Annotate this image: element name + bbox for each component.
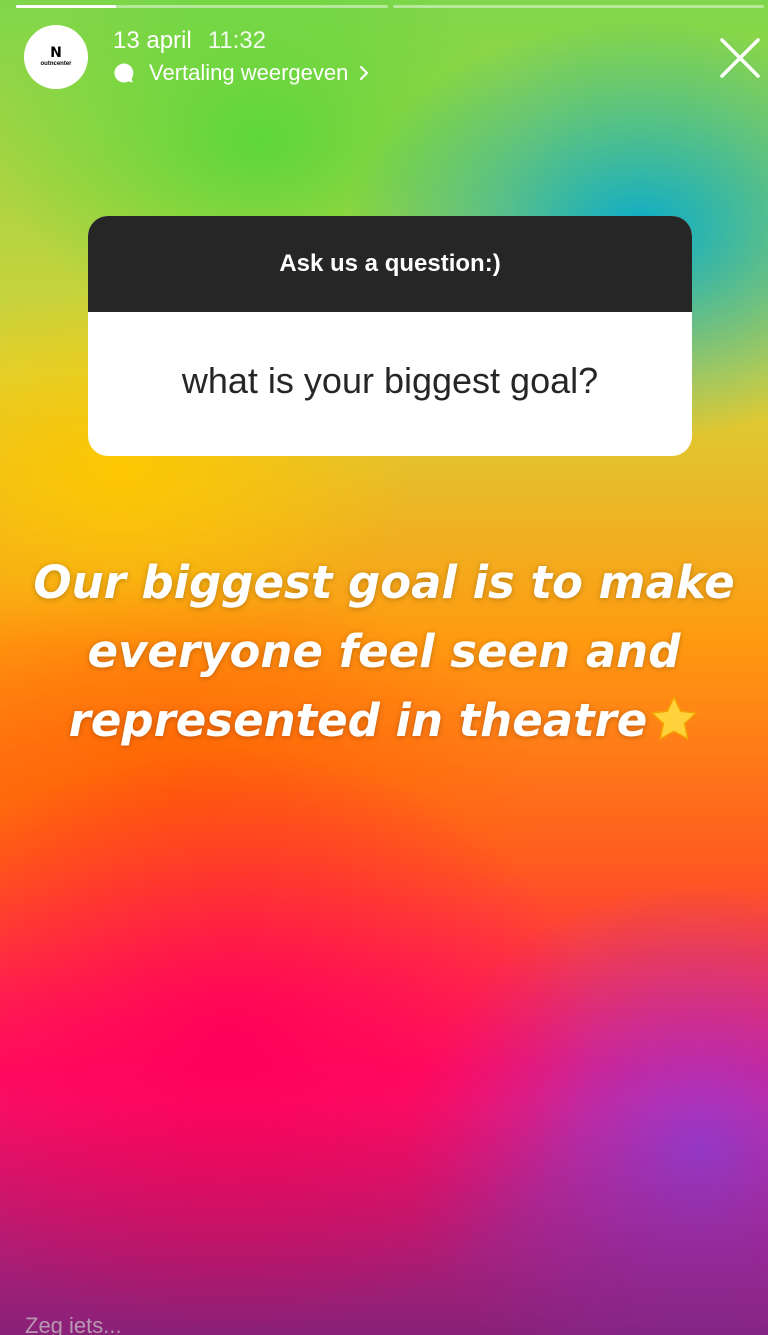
answer-line: Our biggest goal is to make xyxy=(33,556,735,609)
question-text: what is your biggest goal? xyxy=(181,360,599,401)
reply-input[interactable]: Zeg iets... xyxy=(25,1313,122,1335)
progress-segment xyxy=(16,5,388,8)
answer-text: Our biggest goal is to make everyone fee… xyxy=(20,548,748,755)
avatar[interactable]: N outncenter xyxy=(24,25,88,89)
account-logo-mark: N xyxy=(50,45,62,61)
answer-line-text: represented in theatre xyxy=(68,694,648,747)
story-date: 13 april xyxy=(113,27,192,54)
translate-link[interactable]: Vertaling weergeven xyxy=(113,59,370,87)
answer-line: everyone feel seen and xyxy=(87,625,681,678)
question-prompt: Ask us a question:) xyxy=(88,216,692,312)
progress-fill xyxy=(16,5,117,8)
story-viewer[interactable]: N outncenter 13 april 11:32 Vertaling wee… xyxy=(0,0,768,1335)
story-time: 11:32 xyxy=(207,27,266,54)
chevron-right-icon xyxy=(360,65,369,81)
account-logo-name: outncenter xyxy=(40,61,72,67)
answer-line: represented in theatre xyxy=(20,686,748,755)
story-progress xyxy=(16,5,764,8)
story-meta: 13 april 11:32 xyxy=(113,27,266,55)
star-icon xyxy=(651,696,698,740)
progress-segment xyxy=(392,5,764,8)
chat-bubble-icon xyxy=(114,63,134,83)
close-icon[interactable] xyxy=(718,36,762,80)
question-sticker: Ask us a question:) what is your biggest… xyxy=(88,216,692,456)
translate-label: Vertaling weergeven xyxy=(149,60,349,85)
